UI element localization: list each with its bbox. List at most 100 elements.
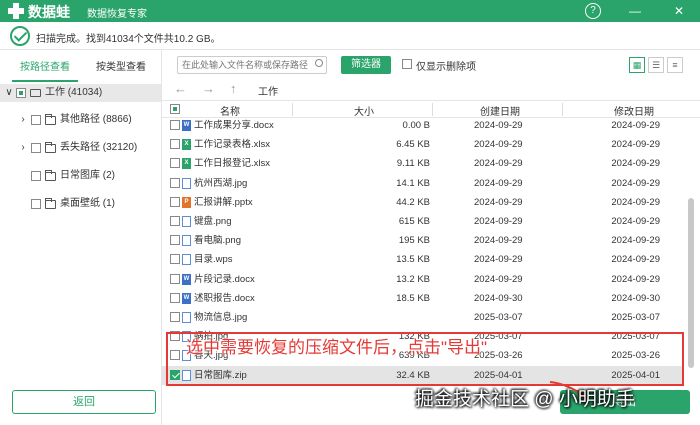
chevron-down-icon[interactable]: ∨ [4,84,14,102]
file-size: 13.2 KB [396,273,430,285]
file-size: 44.2 KB [396,196,430,208]
table-row[interactable]: X 工作记录表格.xlsx 6.45 KB 2024-09-29 2024-09-29 [162,135,682,154]
tree-item-lost-paths[interactable]: › 丢失路径 (32120) [0,139,161,157]
file-modified-date: 2024-09-29 [611,177,660,189]
tree-item-other-paths[interactable]: › 其他路径 (8866) [0,111,161,129]
tree-item-daily-gallery[interactable]: 日常图库 (2) [0,167,161,185]
check-circle-icon [10,26,30,46]
tree-item-label: 桌面壁纸 (1) [60,198,115,209]
file-modified-date: 2024-09-29 [611,273,660,285]
tree-checkbox[interactable] [16,88,26,98]
file-modified-date: 2024-09-29 [611,216,660,227]
file-modified-date: 2024-09-29 [611,139,660,151]
file-created-date: 2024-09-29 [474,196,523,208]
back-button[interactable]: 返回 [12,390,156,414]
row-checkbox[interactable] [170,177,180,188]
row-checkbox[interactable] [170,196,180,207]
file-name: 工作日报登记.xlsx [194,158,271,170]
up-arrow-icon[interactable]: ↑ [230,81,237,96]
column-size[interactable]: 大小 [354,103,374,118]
file-name: 杭州西湖.jpg [194,177,248,189]
table-row[interactable]: 键盘.png 615 KB 2024-09-29 2024-09-29 [162,212,682,231]
folder-icon [45,114,56,125]
scan-status-bar: 扫描完成。找到41034个文件共10.2 GB。 [0,22,700,50]
table-row[interactable]: W 片段记录.docx 13.2 KB 2024-09-29 2024-09-29 [162,270,682,289]
table-row[interactable]: P 汇报讲解.pptx 44.2 KB 2024-09-29 2024-09-29 [162,193,682,212]
file-size: 615 KB [398,216,430,227]
forward-arrow-icon[interactable]: → [202,81,215,96]
app-logo-icon [8,3,24,19]
help-icon[interactable]: ? [585,3,601,19]
tree-item-work[interactable]: ∨ 工作 (41034) [0,84,161,102]
filter-button[interactable]: 筛选器 [341,56,391,74]
select-all-checkbox[interactable] [170,104,180,114]
detail-view-icon[interactable]: ≡ [667,57,683,73]
table-row[interactable]: 物流信息.jpg 2025-03-07 2025-03-07 [162,308,682,327]
app-subtitle: 数据恢复专家 [87,9,147,20]
row-checkbox[interactable] [170,312,180,322]
folder-icon [45,198,56,209]
table-row[interactable]: 看电脑.png 195 KB 2024-09-29 2024-09-29 [162,231,682,250]
watermark-text: 掘金技术社区 @ 小明助手 [415,389,635,410]
tab-by-type[interactable]: 按类型查看 [88,60,154,82]
tab-by-path[interactable]: 按路径查看 [12,60,78,82]
row-checkbox[interactable] [170,120,180,130]
tree-item-wallpaper[interactable]: 桌面壁纸 (1) [0,195,161,213]
chevron-right-icon[interactable]: › [18,111,28,129]
row-checkbox[interactable] [170,139,180,150]
file-size: 13.5 KB [396,254,430,266]
file-modified-date: 2024-09-29 [611,120,660,131]
tree-checkbox[interactable] [31,199,41,209]
folder-icon [45,170,56,181]
row-checkbox[interactable] [170,235,180,246]
table-row[interactable]: W 述职报告.docx 18.5 KB 2024-09-30 2024-09-30 [162,289,682,308]
table-row[interactable]: 杭州西湖.jpg 14.1 KB 2024-09-29 2024-09-29 [162,174,682,193]
row-checkbox[interactable] [170,158,180,169]
row-checkbox[interactable] [170,216,180,226]
column-divider [562,103,563,116]
file-modified-date: 2024-09-29 [611,158,660,170]
only-deleted-checkbox[interactable] [402,59,412,69]
png-file-icon [182,216,191,227]
scroll-thumb[interactable] [688,198,694,368]
tree-checkbox[interactable] [31,171,41,181]
close-icon[interactable]: ✕ [671,3,687,19]
file-size: 18.5 KB [396,292,430,304]
search-input[interactable] [177,56,327,74]
minimize-icon[interactable]: — [627,3,643,19]
app-name: 数据蛙 [28,4,70,20]
tree-checkbox[interactable] [31,143,41,153]
view-mode-tabs: 按路径查看 按类型查看 [0,60,162,82]
table-row[interactable]: X 工作日报登记.xlsx 9.11 KB 2024-09-29 2024-09-29 [162,154,682,173]
chevron-right-icon[interactable]: › [18,139,28,157]
file-size: 9.11 KB [396,158,430,170]
scan-status-text: 扫描完成。找到41034个文件共10.2 GB。 [36,34,221,45]
file-size: 195 KB [398,235,430,247]
column-modified[interactable]: 修改日期 [614,103,654,118]
png-file-icon [182,235,191,247]
scrollbar[interactable] [686,118,696,388]
jpg-file-icon [182,177,191,189]
file-modified-date: 2024-09-29 [611,254,660,266]
file-name: 工作记录表格.xlsx [194,139,271,151]
list-view-icon[interactable]: ☰ [648,57,664,73]
column-created[interactable]: 创建日期 [480,103,520,118]
drive-icon [30,89,41,97]
back-arrow-icon[interactable]: ← [174,81,187,96]
row-checkbox[interactable] [170,273,180,284]
table-row[interactable]: 目录.wps 13.5 KB 2024-09-29 2024-09-29 [162,250,682,269]
grid-view-icon[interactable]: ▦ [629,57,645,73]
file-size: 6.45 KB [396,139,430,151]
file-created-date: 2024-09-29 [474,177,523,189]
file-name: 键盘.png [194,216,232,227]
file-name: 物流信息.jpg [194,312,248,323]
table-row[interactable]: W 工作成果分享.docx 0.00 B 2024-09-29 2024-09-29 [162,118,682,135]
column-name[interactable]: 名称 [220,103,240,118]
file-name: 述职报告.docx [194,292,255,304]
file-name: 汇报讲解.pptx [194,196,253,208]
tree-checkbox[interactable] [31,115,41,125]
row-checkbox[interactable] [170,292,180,303]
search-icon[interactable] [315,59,323,67]
row-checkbox[interactable] [170,254,180,265]
tree-item-label: 其他路径 (8866) [60,114,132,125]
